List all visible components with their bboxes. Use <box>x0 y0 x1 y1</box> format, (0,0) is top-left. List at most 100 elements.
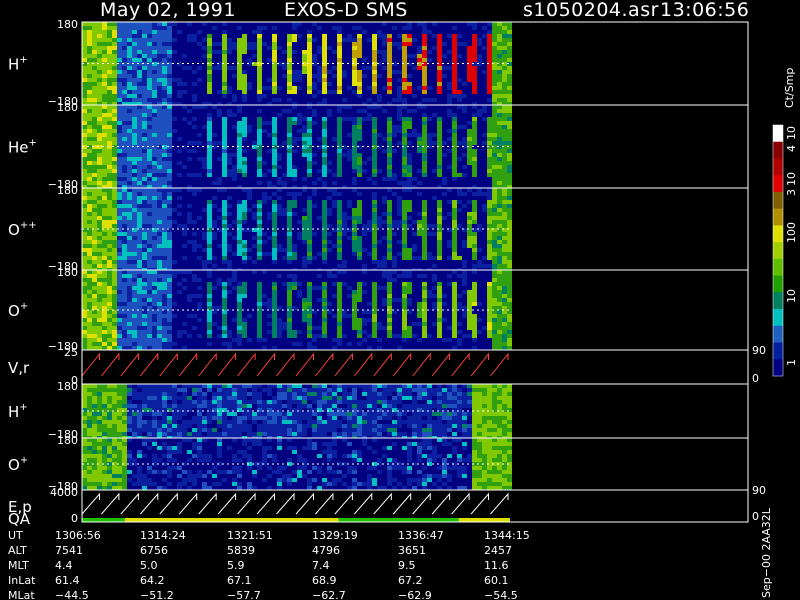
spectrogram-cell <box>362 50 367 54</box>
spectrogram-cell <box>192 181 197 185</box>
spectrogram-cell <box>307 141 312 145</box>
spectrogram-cell <box>212 70 217 74</box>
spectrogram-cell <box>482 169 487 173</box>
spectrogram-cell <box>212 90 217 94</box>
spectrogram-cell <box>132 26 137 30</box>
spectrogram-cell <box>362 236 367 240</box>
spectrogram-cell <box>302 78 307 82</box>
spectrogram-cell <box>322 173 327 177</box>
spectrogram-cell <box>122 161 127 165</box>
spectrogram-cell <box>392 220 397 224</box>
spectrogram-cell <box>292 165 297 169</box>
spectrogram-cell <box>367 34 372 38</box>
spectrogram-cell <box>422 157 427 161</box>
spectrogram-cell <box>377 133 382 137</box>
spectrogram-cell <box>352 50 357 54</box>
spectrogram-cell <box>417 133 422 137</box>
spectrogram-cell <box>302 70 307 74</box>
spectrogram-cell <box>247 260 252 264</box>
spectrogram-cell <box>162 236 167 240</box>
spectrogram-cell <box>202 70 207 74</box>
spectrogram-cell <box>197 54 202 58</box>
spectrogram-cell <box>102 70 107 74</box>
spectrogram-cell <box>472 133 477 137</box>
spectrogram-cell <box>462 169 467 173</box>
spectrogram-cell <box>232 232 237 236</box>
spectrogram-cell <box>252 137 257 141</box>
spectrogram-cell <box>422 161 427 165</box>
spectrogram-cell <box>377 177 382 181</box>
spectrogram-cell <box>312 74 317 78</box>
spectrogram-cell <box>362 192 367 196</box>
spectrogram-cell <box>272 232 277 236</box>
spectrogram-cell <box>507 125 512 129</box>
spectrogram-cell <box>177 165 182 169</box>
spectrogram-cell <box>357 244 362 248</box>
spectrogram-cell <box>217 70 222 74</box>
spectrogram-cell <box>362 169 367 173</box>
spectrogram-cell <box>122 157 127 161</box>
spectrogram-cell <box>397 34 402 38</box>
spectrogram-cell <box>202 200 207 204</box>
spectrogram-cell <box>157 236 162 240</box>
spectrogram-cell <box>147 153 152 157</box>
spectrogram-cell <box>137 50 142 54</box>
spectrogram-cell <box>307 137 312 141</box>
spectrogram-cell <box>437 105 442 109</box>
spectrogram-cell <box>127 70 132 74</box>
spectrogram-cell <box>97 42 102 46</box>
spectrogram-cell <box>217 117 222 121</box>
spectrogram-cell <box>382 94 387 98</box>
spectrogram-cell <box>507 46 512 50</box>
spectrogram-cell <box>92 188 97 192</box>
spectrogram-cell <box>152 58 157 62</box>
spectrogram-cell <box>427 42 432 46</box>
spectrogram-cell <box>132 208 137 212</box>
spectrogram-cell <box>362 149 367 153</box>
spectrogram-cell <box>312 78 317 82</box>
spectrogram-cell <box>192 129 197 133</box>
spectrogram-cell <box>112 22 117 26</box>
spectrogram-cell <box>322 38 327 42</box>
spectrogram-cell <box>187 98 192 102</box>
spectrogram-cell <box>262 66 267 70</box>
spectrogram-cell <box>367 192 372 196</box>
spectrogram-cell <box>502 42 507 46</box>
spectrogram-cell <box>392 208 397 212</box>
spectrogram-cell <box>337 133 342 137</box>
spectrogram-cell <box>417 34 422 38</box>
spectrogram-cell <box>177 66 182 70</box>
spectrogram-cell <box>237 232 242 236</box>
spectrogram-cell <box>377 121 382 125</box>
spectrogram-cell <box>342 252 347 256</box>
spectrogram-cell <box>462 38 467 42</box>
spectrogram-cell <box>242 169 247 173</box>
spectrogram-cell <box>182 169 187 173</box>
spectrogram-cell <box>82 177 87 181</box>
spectrogram-cell <box>302 212 307 216</box>
spectrogram-cell <box>102 177 107 181</box>
spectrogram-cell <box>187 46 192 50</box>
spectrogram-cell <box>477 173 482 177</box>
spectrogram-cell <box>197 161 202 165</box>
spectrogram-cell <box>182 161 187 165</box>
spectrogram-cell <box>92 177 97 181</box>
spectrogram-cell <box>227 94 232 98</box>
spectrogram-cell <box>147 177 152 181</box>
spectrogram-cell <box>392 244 397 248</box>
spectrogram-cell <box>297 149 302 153</box>
spectrogram-cell <box>322 165 327 169</box>
spectrogram-cell <box>147 260 152 264</box>
spectrogram-cell <box>217 22 222 26</box>
spectrogram-cell <box>202 177 207 181</box>
spectrogram-cell <box>312 240 317 244</box>
spectrogram-cell <box>472 137 477 141</box>
spectrogram-cell <box>322 70 327 74</box>
spectrogram-cell <box>267 50 272 54</box>
spectrogram-cell <box>477 94 482 98</box>
spectrogram-cell <box>82 26 87 30</box>
spectrogram-cell <box>412 153 417 157</box>
spectrogram-cell <box>227 208 232 212</box>
spectrogram-cell <box>322 149 327 153</box>
spectrogram-cell <box>242 216 247 220</box>
